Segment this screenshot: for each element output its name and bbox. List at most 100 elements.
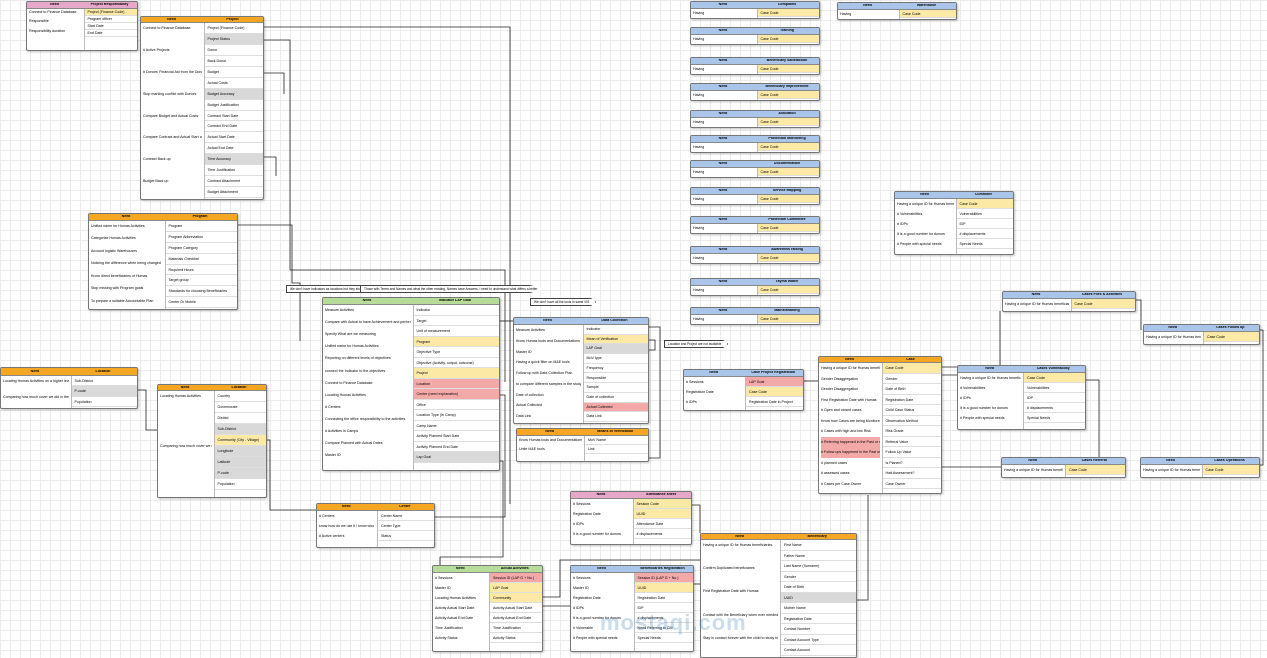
table-project-responsibility-0[interactable]: Need Project Responsibility Connect to Fin… <box>26 1 138 51</box>
table-complains-22[interactable]: Need Complains Having Case Code <box>690 1 820 19</box>
table-field[interactable]: Indicator <box>583 325 648 335</box>
table-field[interactable]: Special Needs <box>956 239 1013 249</box>
table-field[interactable]: Community (City - Village) <box>214 435 266 446</box>
table-service-mapping-29[interactable]: Need Service Mapping Having Case Code <box>690 187 820 205</box>
table-field[interactable]: Vulnerabilities <box>956 209 1013 219</box>
table-field[interactable]: Budget Attachment <box>204 187 263 198</box>
table-field[interactable]: Father Name <box>781 551 856 562</box>
table-field[interactable]: Activity Planned End Date <box>413 442 499 452</box>
table-field[interactable]: Session Code <box>633 499 691 509</box>
table-field[interactable]: Actual End Date <box>204 143 263 155</box>
table-field[interactable]: Contract Start Date <box>204 111 263 122</box>
table-field[interactable]: Time Justification <box>204 165 263 177</box>
table-field[interactable]: # displacements <box>1024 403 1085 413</box>
table-field[interactable]: Donor <box>204 45 263 56</box>
table-field[interactable]: Center Or Mobile <box>165 297 237 308</box>
table-field[interactable]: Budget Justification <box>204 100 263 111</box>
table-case-14[interactable]: Need Case Having a unique ID for Humas ben… <box>818 356 942 494</box>
table-cases-referral-19[interactable]: Need Cases Referral Having a unique ID for… <box>1001 457 1126 478</box>
table-field[interactable]: District <box>214 413 266 424</box>
table-field[interactable]: Population <box>214 479 266 490</box>
table-data-collection-6[interactable]: Need Data Collection Measure Activities Kno… <box>513 317 649 424</box>
table-field[interactable]: Case Code <box>1071 299 1135 309</box>
table-field[interactable]: Case Code <box>757 9 819 17</box>
table-awareness-raising-31[interactable]: Need Awareness raising Having Case Code <box>690 246 820 264</box>
table-field[interactable]: Special Needs <box>1024 413 1085 423</box>
table-field[interactable]: End Date <box>84 30 137 37</box>
table-field[interactable]: Actual Start Date <box>204 132 263 144</box>
table-field[interactable]: Date of Birth <box>882 384 941 395</box>
table-field[interactable]: Case Code <box>757 224 819 232</box>
table-field[interactable]: # displacements <box>634 613 693 623</box>
table-protection-monitoring-27[interactable]: Need Protection Monitoring Having Case Code <box>690 135 820 153</box>
table-field[interactable]: Case Code <box>757 143 819 151</box>
table-field[interactable]: P-code <box>71 386 137 397</box>
table-field[interactable]: Actual Collected <box>583 402 648 413</box>
table-field[interactable]: Link <box>585 445 648 454</box>
table-field[interactable]: Program <box>413 336 499 347</box>
table-field[interactable]: Lap Goal <box>413 452 499 463</box>
table-cases-operations-20[interactable]: Need Cases Operations Having a unique ID f… <box>1140 457 1260 478</box>
table-field[interactable]: Case Owner <box>882 479 941 489</box>
table-field[interactable]: IDP <box>634 603 693 613</box>
table-field[interactable]: Time Accuracy <box>204 154 263 166</box>
table-field[interactable]: UUID <box>634 583 693 593</box>
table-field[interactable]: Status <box>378 531 434 541</box>
table-field[interactable]: Contact Account Type <box>781 635 856 646</box>
table-location-4[interactable]: Need Location Locating Humas Activities Com… <box>157 384 267 498</box>
table-field[interactable]: Activity Actual Start Date <box>490 603 542 613</box>
table-case-project-registration-13[interactable]: Need Case Project Registration # Sessions R… <box>683 369 804 411</box>
table-field[interactable]: Case Code <box>757 91 819 99</box>
table-field[interactable]: Special Needs <box>634 633 693 643</box>
table-field[interactable]: Case Code <box>1066 465 1125 475</box>
table-cases-follow-up-18[interactable]: Need Cases Follow up Having a unique ID fo… <box>1143 324 1260 345</box>
table-field[interactable]: Objective Type <box>413 347 499 358</box>
table-field[interactable]: Session ID (LAP G + No.) <box>634 573 693 583</box>
table-field[interactable]: Follow Up Value <box>882 447 941 458</box>
table-field[interactable]: Registration Date <box>781 614 856 625</box>
table-field[interactable]: Is Planed? <box>882 458 941 468</box>
table-field[interactable]: Camp Name <box>413 421 499 431</box>
table-field[interactable]: Community <box>490 593 542 603</box>
table-field[interactable]: Case Code <box>757 286 819 294</box>
table-field[interactable]: Registration Date in Project <box>746 397 803 407</box>
table-field[interactable]: P-code <box>214 468 266 479</box>
table-field[interactable]: Project (Finance Code) <box>204 23 263 34</box>
table-field[interactable]: Vulnerabilities <box>1024 383 1085 393</box>
table-actual-activities-9[interactable]: Need Actual Activities # Sessions Master ID… <box>432 565 543 652</box>
table-documentation-28[interactable]: Need Documentation Having Case Code <box>690 160 820 178</box>
table-field[interactable]: Case Code <box>757 195 819 203</box>
table-training-23[interactable]: Need Training Having Case Code <box>690 27 820 45</box>
table-field[interactable]: IDP <box>1024 393 1085 403</box>
table-field[interactable]: Contact Number <box>781 624 856 635</box>
table-field[interactable]: # displacements <box>633 529 691 539</box>
table-indicator-lap-goal-5[interactable]: Need Indicator LAP Goal Measure Activities… <box>322 297 500 471</box>
table-field[interactable]: Mean of Verification <box>583 334 648 345</box>
table-field[interactable]: MoV Name <box>585 436 648 445</box>
table-field[interactable]: Registration Date <box>882 395 941 405</box>
table-field[interactable]: Activity Actual End Date <box>490 613 542 623</box>
table-tayma-watch-32[interactable]: Need Tayma Watch Having Case Code <box>690 278 820 296</box>
table-field[interactable]: Contact Account <box>781 645 856 656</box>
table-field[interactable]: Gender <box>882 374 941 384</box>
table-field[interactable]: Case Code <box>899 10 956 18</box>
table-field[interactable]: Program <box>165 221 237 232</box>
table-field[interactable]: Governorate <box>214 402 266 413</box>
table-attendance-sheet-11[interactable]: Need Attendance sheet # Sessions Registrati… <box>570 491 692 545</box>
table-field[interactable]: MoV type <box>583 354 648 364</box>
table-field[interactable]: Case Code <box>757 118 819 126</box>
table-cases-files-activities-17[interactable]: Need Cases Files & Activities Having a uni… <box>1002 291 1136 312</box>
table-field[interactable]: Case Code <box>757 315 819 323</box>
table-field[interactable]: Actual Costs <box>204 78 263 89</box>
table-field[interactable]: Sample <box>583 383 648 393</box>
table-field[interactable]: # displacements <box>956 229 1013 239</box>
table-mainstreaming-33[interactable]: Need Mainstreaming Having Case Code <box>690 307 820 325</box>
table-field[interactable]: LAP Goal <box>583 344 648 355</box>
table-field[interactable]: Center (need explanation) <box>413 389 499 400</box>
table-field[interactable]: Case Code <box>746 387 803 397</box>
table-location-3[interactable]: Need Location Locating Humas Activities on… <box>0 367 138 409</box>
table-field[interactable]: Attendance Date <box>633 519 691 529</box>
table-field[interactable]: Case Code <box>1202 465 1259 475</box>
table-field[interactable]: Referral Value <box>882 437 941 447</box>
table-field[interactable]: Activity Status <box>490 633 542 643</box>
